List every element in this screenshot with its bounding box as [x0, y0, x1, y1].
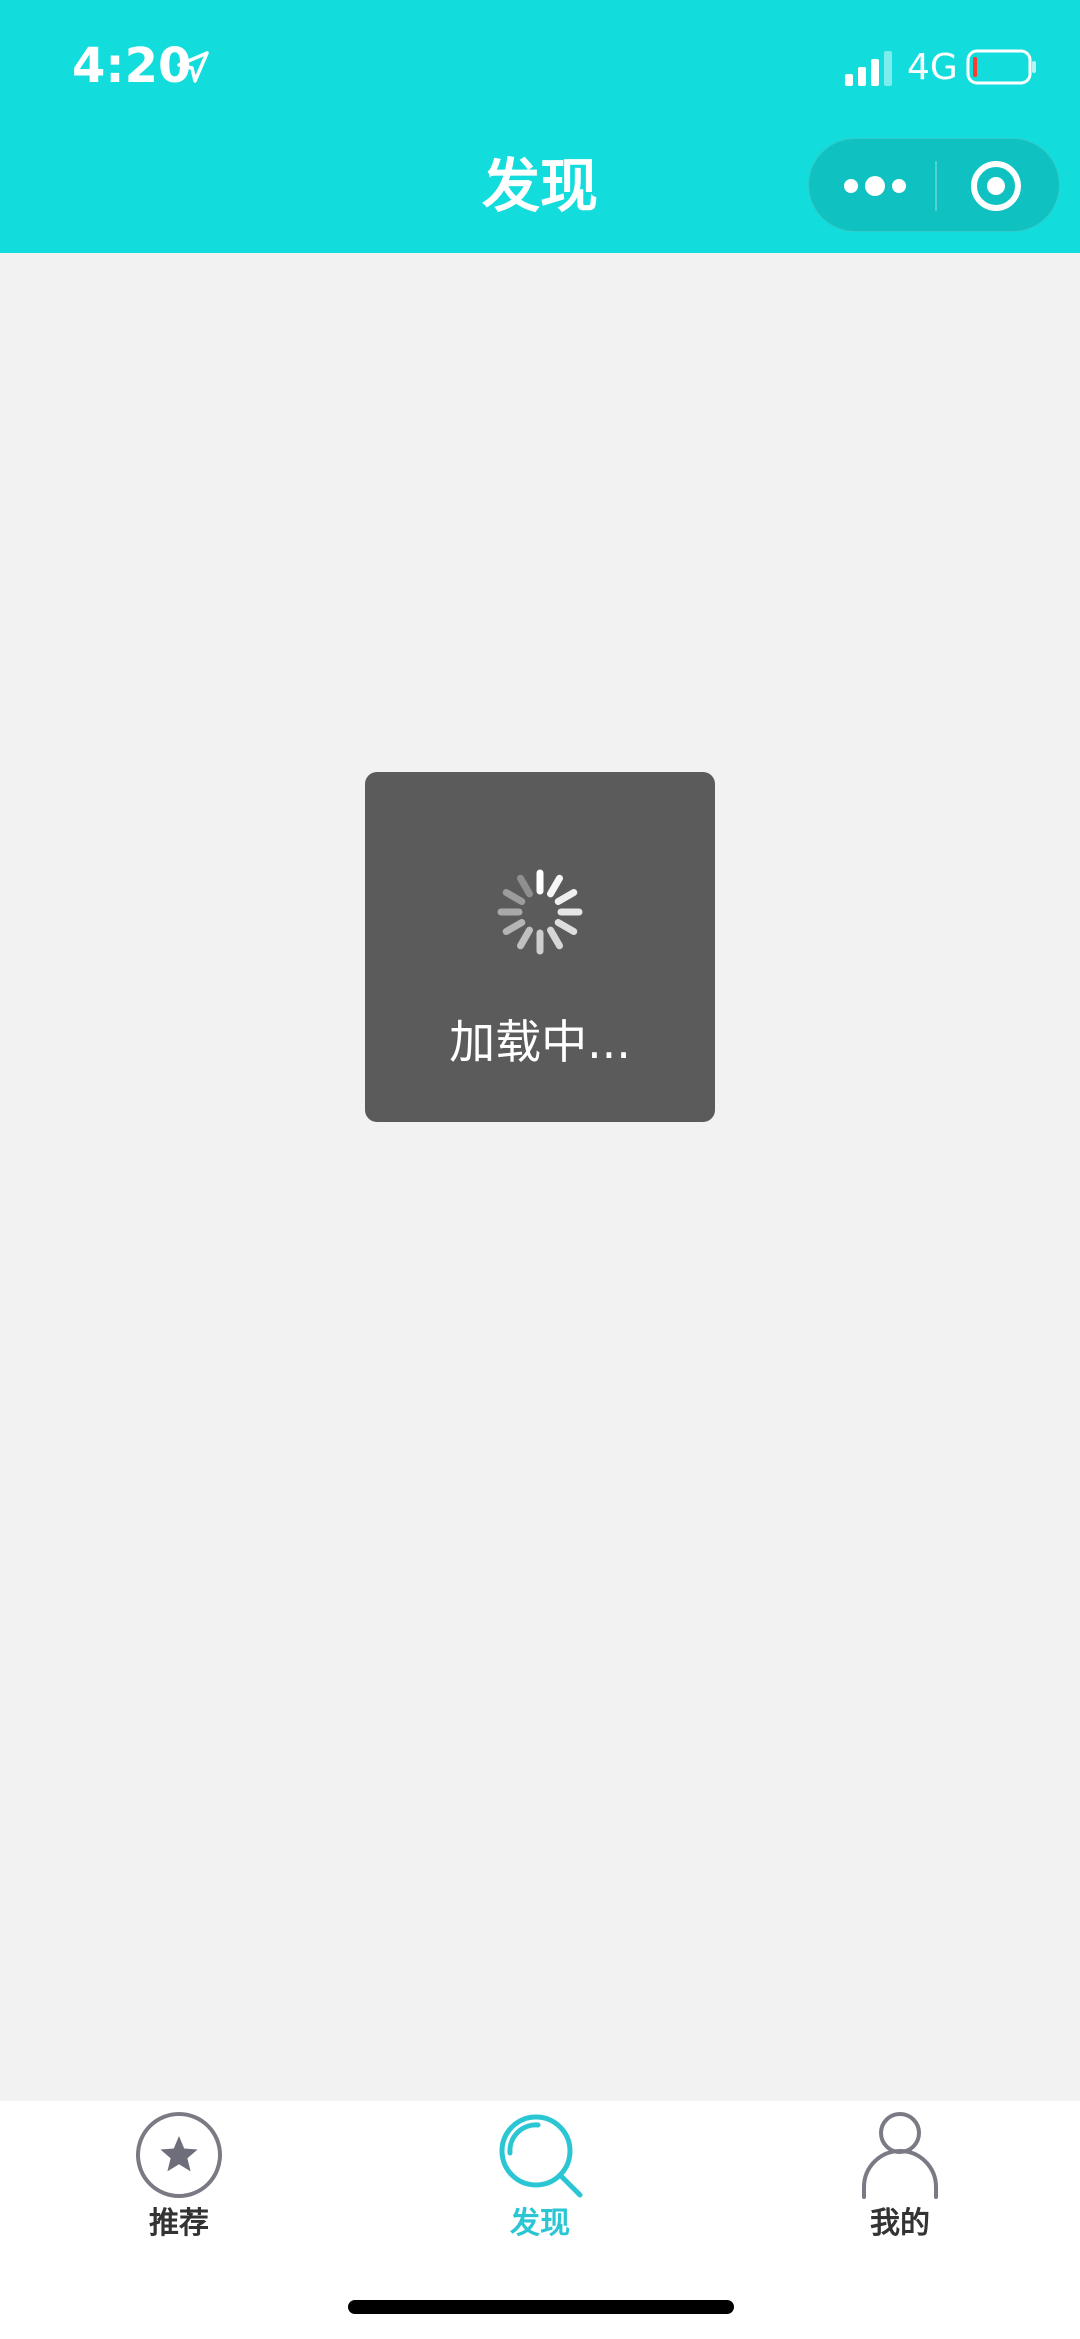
tab-discover[interactable]: 发现	[440, 2111, 640, 2261]
close-miniprogram-icon	[971, 161, 1021, 211]
battery-low-icon	[966, 49, 1036, 85]
tab-recommend[interactable]: 推荐	[79, 2111, 279, 2261]
signal-bars-icon	[845, 51, 892, 86]
home-indicator	[348, 2300, 734, 2314]
status-time: 4:20	[72, 38, 192, 94]
user-icon	[862, 2112, 938, 2199]
tab-label-recommend: 推荐	[149, 2206, 209, 2241]
tab-mine[interactable]: 我的	[800, 2111, 1000, 2261]
tab-label-mine: 我的	[870, 2206, 930, 2241]
more-dots-icon	[844, 176, 906, 196]
loading-spinner-icon	[497, 869, 583, 955]
more-button[interactable]	[809, 139, 935, 233]
star-icon	[136, 2112, 222, 2198]
location-arrow-icon	[177, 51, 209, 83]
header: 4:20 4G 发现	[0, 0, 1080, 253]
tab-label-discover: 发现	[510, 2206, 570, 2241]
miniprogram-capsule	[808, 138, 1060, 232]
close-miniprogram-button[interactable]	[937, 139, 1061, 233]
discover-search-icon	[499, 2114, 583, 2198]
status-bar: 4:20 4G	[0, 0, 1080, 130]
loading-text: 加载中...	[449, 1015, 631, 1069]
loading-toast: 加载中...	[365, 772, 715, 1122]
network-type: 4G	[907, 47, 958, 88]
